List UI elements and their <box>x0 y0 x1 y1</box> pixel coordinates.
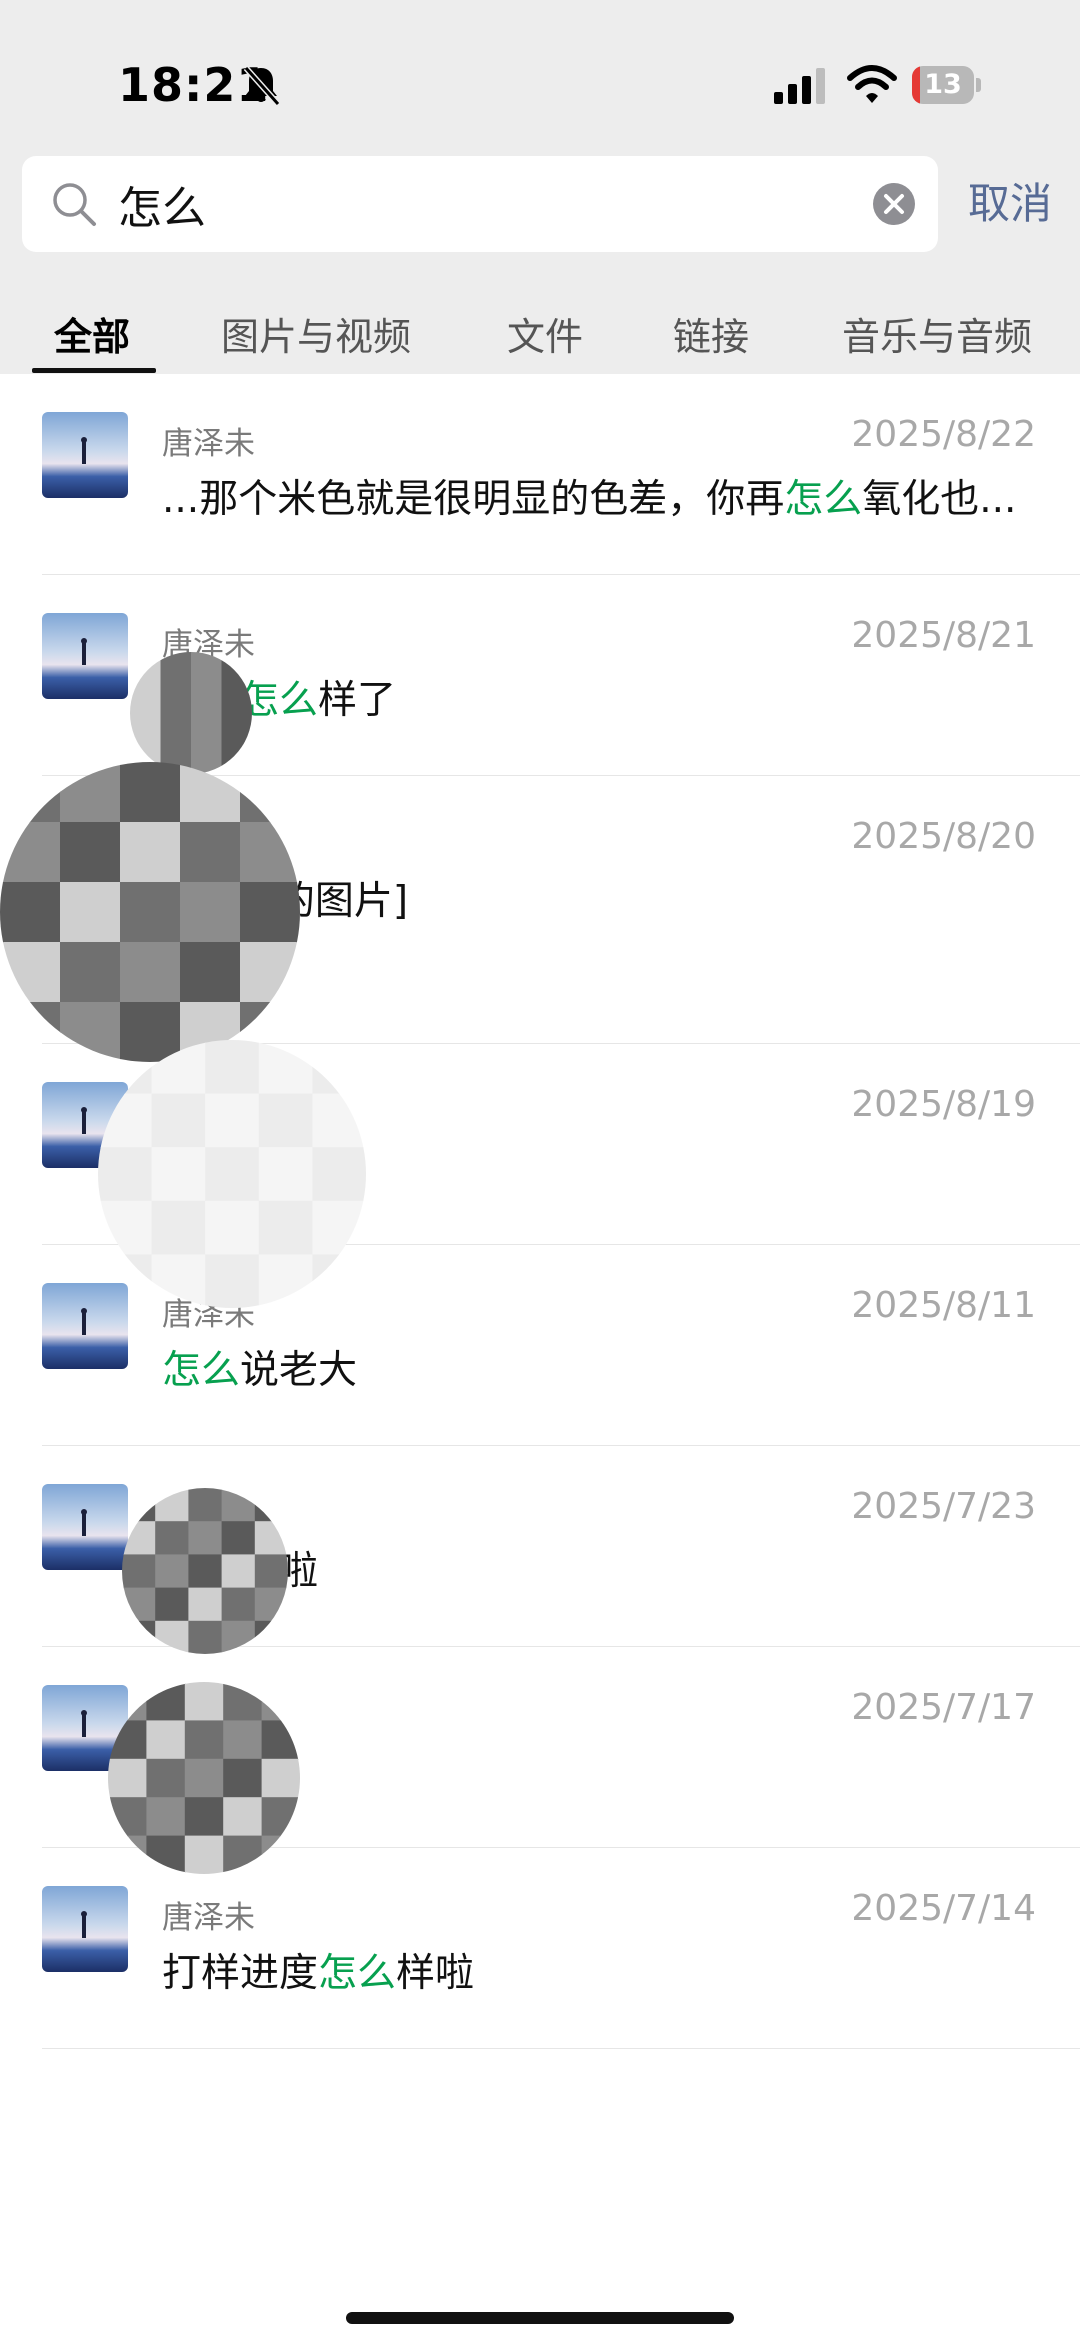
snippet-keyword: 怎么 <box>162 1348 241 1393</box>
privacy-mosaic <box>108 1682 300 1874</box>
privacy-mosaic <box>122 1488 288 1654</box>
message-snippet: ...那个米色就是很明显的色差，你再怎么氧化也... <box>162 468 1042 524</box>
tab-active-indicator <box>32 368 156 373</box>
cancel-button[interactable]: 取消 <box>968 170 1052 231</box>
tab-images-videos[interactable]: 图片与视频 <box>221 306 411 361</box>
message-snippet: 怎么样啦 <box>162 1540 1042 1596</box>
privacy-mosaic <box>98 1040 366 1308</box>
message-date: 2025/7/23 <box>851 1486 1036 1527</box>
home-indicator <box>346 2312 734 2324</box>
message-snippet: 沟通怎么样了 <box>162 669 1042 725</box>
search-bar[interactable] <box>22 156 938 252</box>
message-date: 2025/7/14 <box>851 1888 1036 1929</box>
search-result-row[interactable]: 唐泽未 2025/8/22 ...那个米色就是很明显的色差，你再怎么氧化也... <box>0 374 1080 575</box>
snippet-after: 样啦 <box>396 1951 475 1996</box>
sender-name: 唐泽未 <box>162 1900 255 1936</box>
clear-icon[interactable] <box>872 182 916 226</box>
cellular-signal-icon <box>774 68 825 104</box>
message-snippet: 打样进度怎么样啦 <box>162 1942 1042 1998</box>
search-input[interactable] <box>118 156 858 252</box>
snippet-before: ...那个米色就是很明显的色差，你再 <box>162 477 785 522</box>
avatar <box>42 613 128 699</box>
tab-music-audio[interactable]: 音乐与音频 <box>842 306 1032 361</box>
bell-slash-icon <box>243 66 281 106</box>
snippet-keyword: 怎么 <box>784 477 863 522</box>
avatar <box>42 1886 128 1972</box>
tab-all[interactable]: 全部 <box>54 306 130 361</box>
message-date: 2025/8/19 <box>851 1084 1036 1125</box>
snippet-after: 氧化也... <box>862 477 1017 522</box>
privacy-mosaic <box>0 762 300 1062</box>
row-divider <box>42 2048 1080 2049</box>
tab-files[interactable]: 文件 <box>507 306 583 361</box>
message-date: 2025/7/17 <box>851 1687 1036 1728</box>
filter-tabs: 全部 图片与视频 文件 链接 音乐与音频 <box>0 300 1080 374</box>
message-date: 2025/8/22 <box>851 414 1036 455</box>
tab-links[interactable]: 链接 <box>673 306 749 361</box>
status-bar: 18:21 13 <box>0 0 1080 140</box>
search-icon <box>53 183 96 226</box>
message-date: 2025/8/21 <box>851 615 1036 656</box>
message-snippet: 怎么说老大 <box>162 1339 1042 1395</box>
search-result-row[interactable]: 唐泽未 2025/7/14 打样进度怎么样啦 <box>0 1848 1080 2049</box>
avatar <box>42 412 128 498</box>
wifi-icon <box>847 65 897 103</box>
battery-icon: 13 <box>912 66 984 106</box>
snippet-keyword: 怎么 <box>318 1951 397 1996</box>
battery-level: 13 <box>924 69 962 100</box>
snippet-after: 样了 <box>318 678 397 723</box>
snippet-after: 说老大 <box>240 1348 358 1393</box>
sender-name: 唐泽未 <box>162 426 255 462</box>
message-date: 2025/8/11 <box>851 1285 1036 1326</box>
snippet-before: 打样进度 <box>162 1951 319 1996</box>
avatar <box>42 1283 128 1369</box>
privacy-mosaic <box>130 652 252 774</box>
message-date: 2025/8/20 <box>851 816 1036 857</box>
avatar <box>42 1484 128 1570</box>
